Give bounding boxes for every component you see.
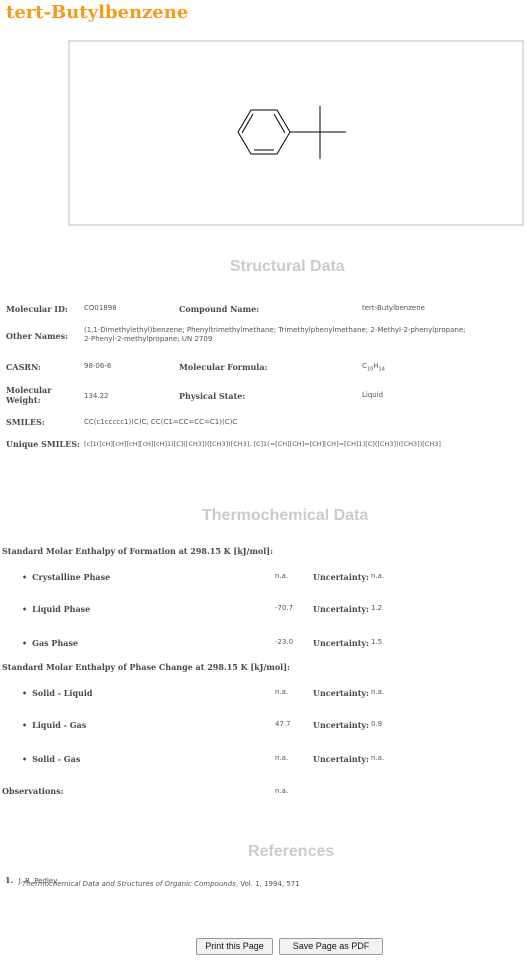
formation-value: -23.0 [275, 638, 294, 646]
structural-data-heading: Structural Data [230, 258, 345, 275]
uncertainty-label: Uncertainty: [313, 720, 369, 730]
thermochemical-data-heading: Thermochemical Data [202, 507, 369, 524]
formation-phase-label: Gas Phase [22, 638, 78, 648]
formation-phase-label: Liquid Phase [22, 604, 90, 614]
formation-value: n.a. [275, 572, 289, 580]
molecular-weight-label-line2: Weight: [6, 395, 41, 405]
references-heading: References [248, 843, 335, 860]
reference-number: 1. [5, 875, 14, 885]
formation-value: -70.7 [275, 604, 294, 612]
molecular-formula-value: C10H14 [362, 362, 385, 373]
smiles-label: SMILES: [6, 417, 45, 427]
molecular-id-label: Molecular ID: [6, 304, 68, 314]
save-pdf-button[interactable]: Save Page as PDF [279, 938, 383, 955]
phase-change-value: 47.7 [275, 720, 291, 728]
uncertainty-value: n.a. [371, 572, 385, 580]
phase-change-value: n.a. [275, 688, 289, 696]
uncertainty-label: Uncertainty: [313, 638, 369, 648]
other-names-line1: (1,1-Dimethylethyl)benzene; Phenyltrimet… [84, 326, 466, 334]
uncertainty-label: Uncertainty: [313, 572, 369, 582]
casrn-value: 98-06-6 [84, 362, 112, 370]
phase-change-label: Liquid - Gas [22, 720, 86, 730]
uncertainty-value: 1.5 [371, 638, 383, 646]
compound-name-label: Compound Name: [179, 304, 260, 314]
page-title: tert-Butylbenzene [6, 2, 189, 23]
observations-label: Observations: [2, 786, 64, 796]
uncertainty-label: Uncertainty: [313, 604, 369, 614]
molecular-formula-label: Molecular Formula: [179, 362, 268, 372]
phase-change-label: Solid - Gas [22, 754, 80, 764]
molecular-weight-label-line1: Molecular [6, 385, 52, 395]
uncertainty-value: n.a. [371, 754, 385, 762]
molecule-structure-diagram [237, 106, 346, 159]
other-names-label: Other Names: [6, 331, 69, 341]
uncertainty-value: 0.9 [371, 720, 383, 728]
compound-name-value: tert-Butylbenzene [362, 304, 425, 312]
casrn-label: CASRN: [6, 362, 41, 372]
formation-phase-label: Crystalline Phase [22, 572, 110, 582]
phase-change-label: Solid - Liquid [22, 688, 92, 698]
reference-details: , Vol. 1, 1994, 571 [235, 880, 300, 888]
uncertainty-label: Uncertainty: [313, 754, 369, 764]
unique-smiles-value: [c]1([cH][cH][cH][cH][cH]1)[C]([CH3])([C… [84, 440, 441, 448]
uncertainty-label: Uncertainty: [313, 688, 369, 698]
molecular-id-value: CO01898 [84, 304, 117, 312]
observations-value: n.a. [275, 787, 289, 795]
physical-state-value: Liquid [362, 391, 384, 399]
formation-enthalpy-header: Standard Molar Enthalpy of Formation at … [2, 546, 274, 556]
reference-title: Thermochemical Data and Structures of Or… [22, 880, 236, 888]
unique-smiles-label: Unique SMILES: [6, 439, 80, 449]
molecular-weight-value: 134.22 [84, 392, 109, 400]
uncertainty-value: n.a. [371, 688, 385, 696]
reference-citation: Thermochemical Data and Structures of Or… [22, 880, 300, 888]
smiles-value: CC(c1ccccc1)(C)C, CC(C1=CC=CC=C1)(C)C [84, 418, 238, 426]
structure-image-frame [68, 40, 524, 226]
phase-change-value: n.a. [275, 754, 289, 762]
phase-change-enthalpy-header: Standard Molar Enthalpy of Phase Change … [2, 662, 290, 672]
print-page-button[interactable]: Print this Page [196, 938, 273, 955]
physical-state-label: Physical State: [179, 391, 246, 401]
other-names-line2: 2-Phenyl-2-methylpropane; UN 2709 [84, 335, 213, 343]
uncertainty-value: 1.2 [371, 604, 383, 612]
